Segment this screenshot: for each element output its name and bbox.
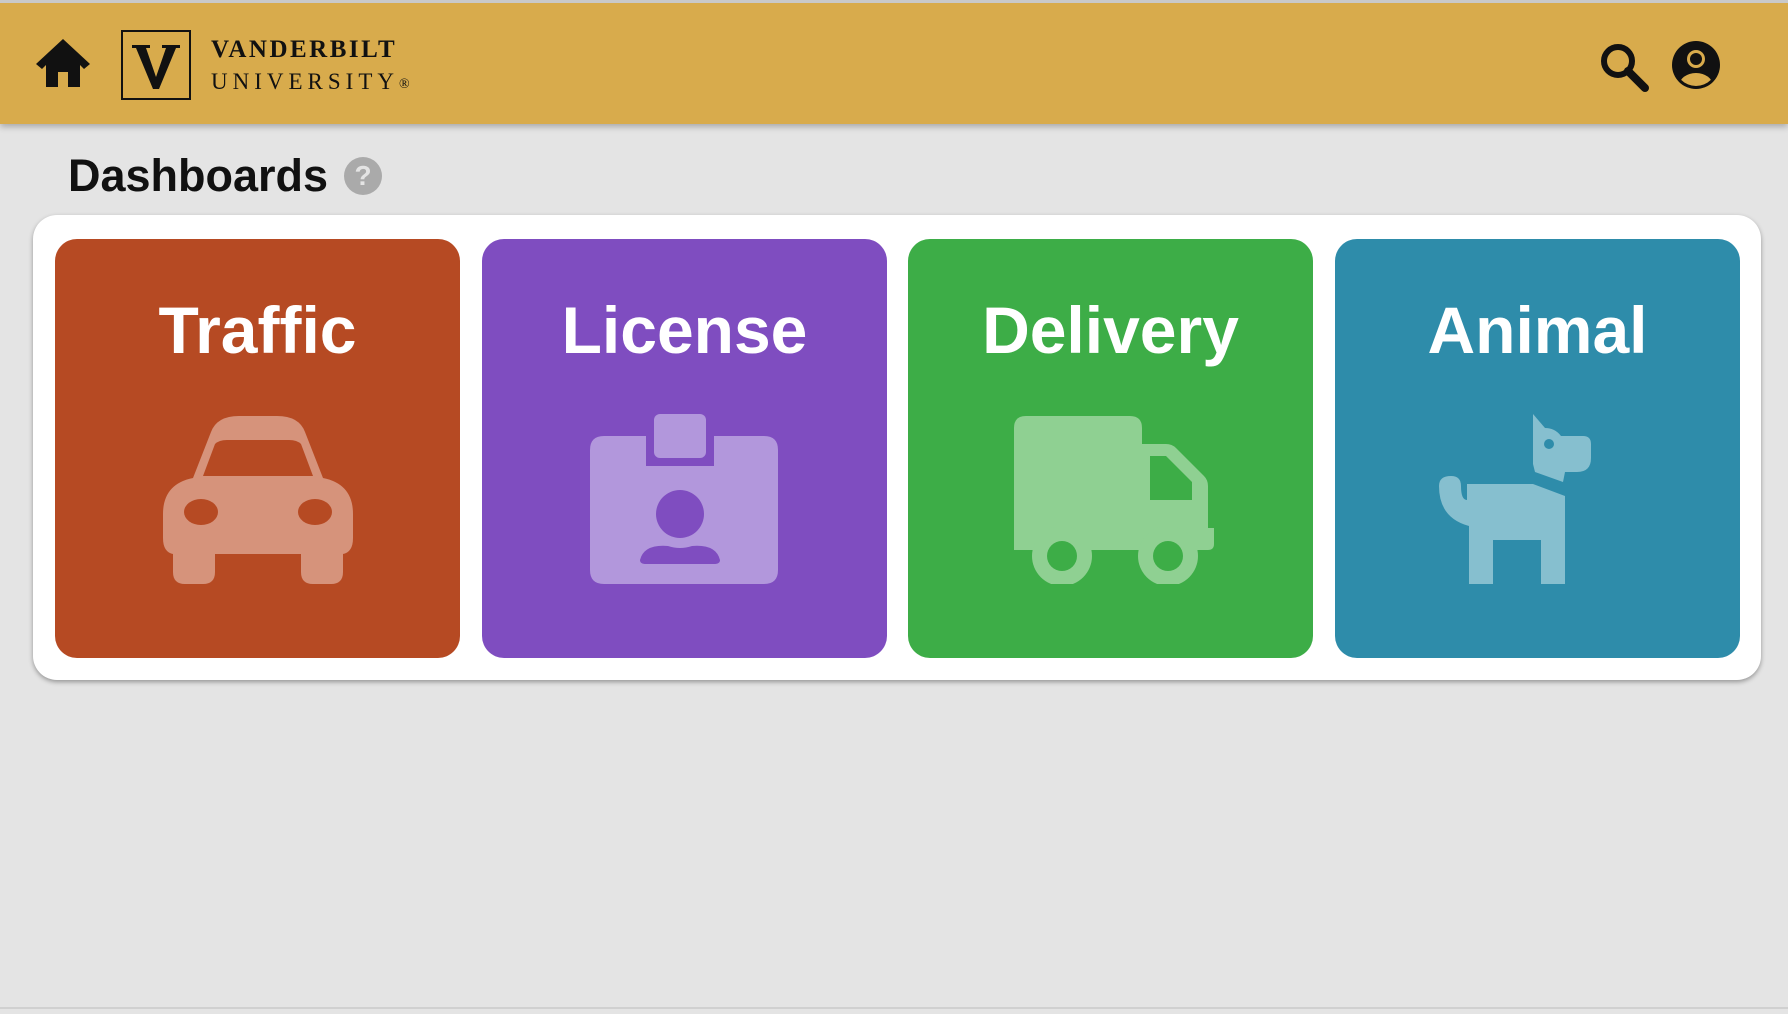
logo-line-university: UNIVERSITY® xyxy=(211,70,410,93)
page-header: Dashboards ? xyxy=(68,146,383,206)
home-icon xyxy=(36,39,90,87)
home-button[interactable] xyxy=(34,37,92,89)
tile-label: License xyxy=(561,293,808,367)
account-icon xyxy=(1672,41,1720,89)
vanderbilt-logo[interactable]: VANDERBILT UNIVERSITY® xyxy=(121,27,410,103)
registered-mark: ® xyxy=(399,77,410,92)
dashboards-panel: Traffic License Delivery Animal xyxy=(33,215,1761,680)
account-button[interactable] xyxy=(1671,40,1721,90)
logo-university-text: UNIVERSITY xyxy=(211,69,399,94)
tile-label: Animal xyxy=(1427,293,1648,367)
tile-label: Delivery xyxy=(982,293,1239,367)
dashboard-tile-license[interactable]: License xyxy=(482,239,887,658)
oak-v-icon xyxy=(132,45,180,89)
dashboard-tile-animal[interactable]: Animal xyxy=(1335,239,1740,658)
logo-wordmark: VANDERBILT UNIVERSITY® xyxy=(211,37,410,93)
dog-icon xyxy=(1439,414,1591,584)
id-badge-icon xyxy=(590,414,778,584)
logo-line-vanderbilt: VANDERBILT xyxy=(211,36,398,63)
dashboard-tile-traffic[interactable]: Traffic xyxy=(55,239,460,658)
logo-emblem xyxy=(121,30,191,100)
car-icon xyxy=(163,416,353,584)
search-button[interactable] xyxy=(1598,41,1650,93)
help-icon[interactable]: ? xyxy=(344,157,383,195)
page-title: Dashboards xyxy=(68,150,329,201)
search-icon xyxy=(1601,44,1649,92)
truck-icon xyxy=(1014,416,1214,584)
dashboard-tile-delivery[interactable]: Delivery xyxy=(908,239,1313,658)
page-bottom-divider xyxy=(0,1007,1788,1009)
top-navigation-bar: VANDERBILT UNIVERSITY® xyxy=(0,0,1788,124)
tile-label: Traffic xyxy=(158,293,357,367)
